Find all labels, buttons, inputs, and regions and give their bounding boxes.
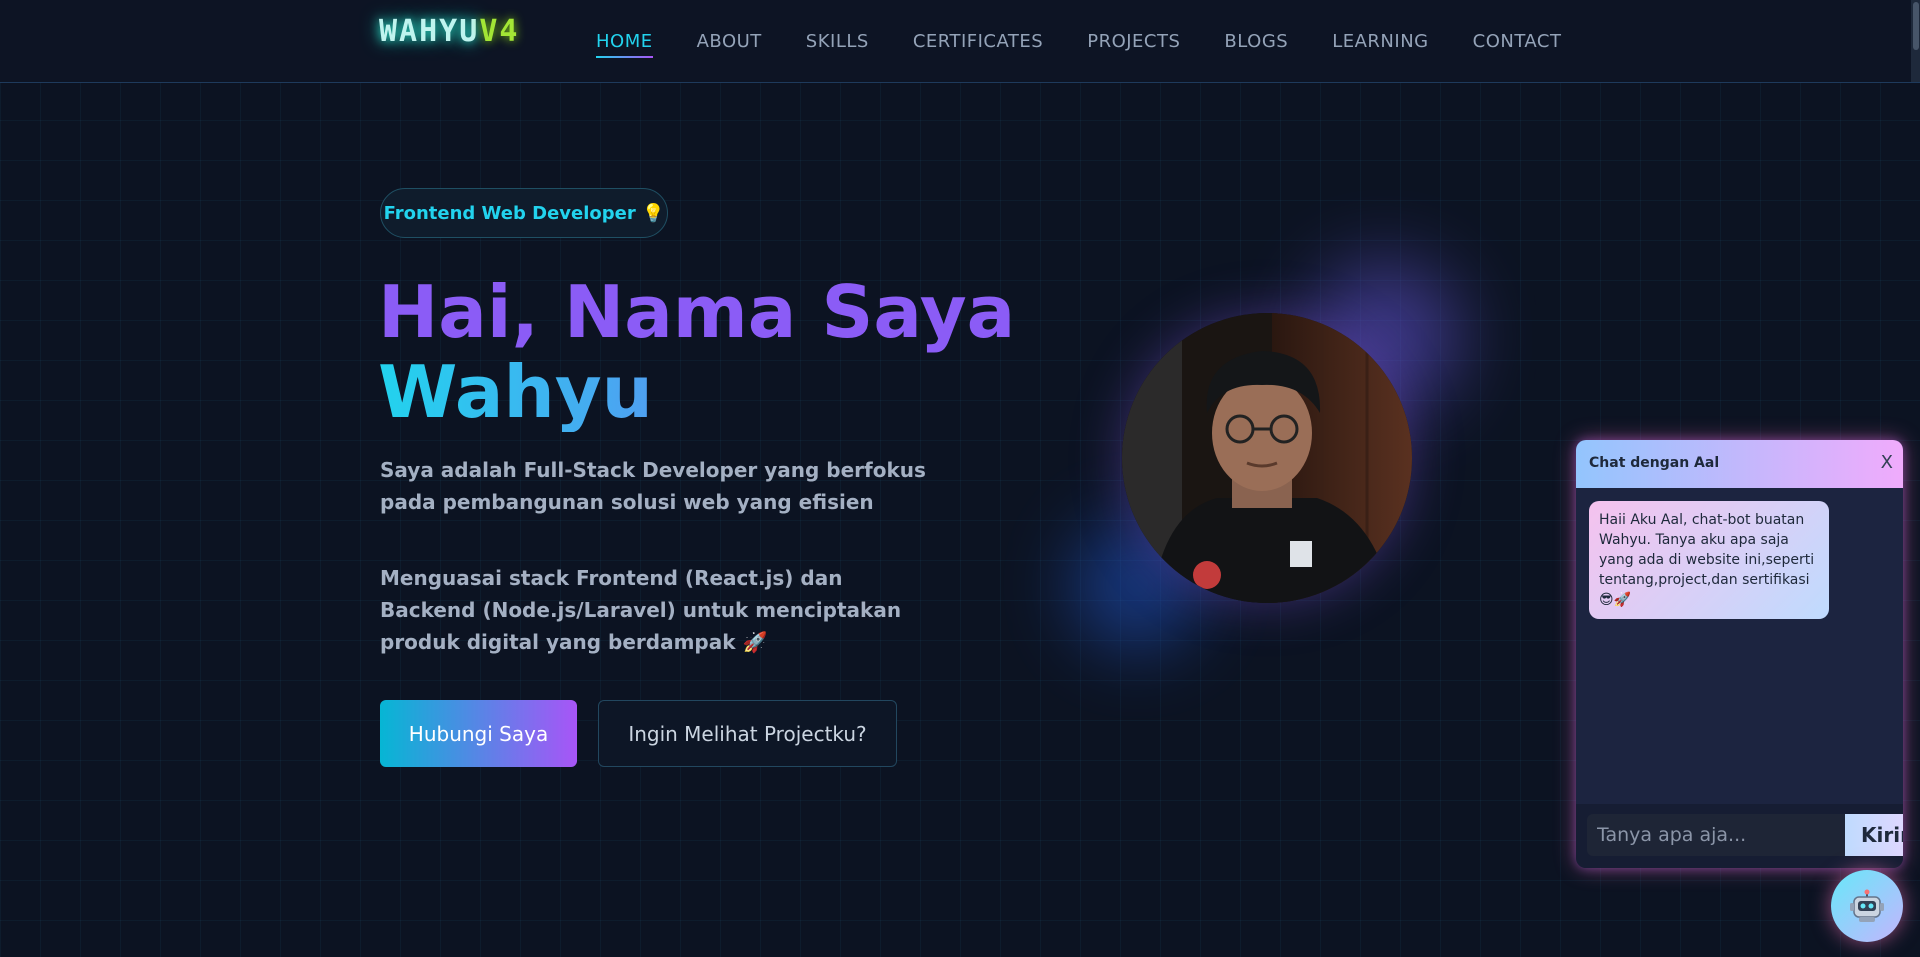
scrollbar-thumb[interactable] bbox=[1913, 2, 1919, 50]
nav-home[interactable]: HOME bbox=[596, 25, 653, 58]
navbar: WAHYUV4 HOME ABOUT SKILLS CERTIFICATES P… bbox=[0, 0, 1920, 83]
nav-learning[interactable]: LEARNING bbox=[1332, 25, 1428, 58]
hero-description-1: Saya adalah Full-Stack Developer yang be… bbox=[380, 458, 926, 514]
brand-logo[interactable]: WAHYUV4 bbox=[379, 14, 519, 54]
chat-input[interactable] bbox=[1587, 814, 1845, 856]
role-badge: Frontend Web Developer 💡 bbox=[380, 188, 668, 238]
view-projects-button[interactable]: Ingin Melihat Projectku? bbox=[598, 700, 897, 767]
brand-logo-part2: V4 bbox=[479, 14, 520, 49]
hero-title: Hai, Nama Saya Wahyu bbox=[378, 272, 1015, 432]
chat-widget: Chat dengan Aal X Haii Aku Aal, chat-bot… bbox=[1576, 440, 1903, 868]
profile-photo bbox=[1122, 313, 1412, 603]
nav-about[interactable]: ABOUT bbox=[697, 25, 762, 58]
hero-title-line1: Hai, Nama Saya bbox=[378, 270, 1016, 354]
page-scrollbar[interactable] bbox=[1911, 0, 1920, 82]
contact-me-button[interactable]: Hubungi Saya bbox=[380, 700, 577, 767]
nav-contact[interactable]: CONTACT bbox=[1473, 25, 1562, 58]
chat-close-button[interactable]: X bbox=[1881, 452, 1893, 473]
nav-blogs[interactable]: BLOGS bbox=[1224, 25, 1288, 58]
nav-skills[interactable]: SKILLS bbox=[806, 25, 869, 58]
main-nav: HOME ABOUT SKILLS CERTIFICATES PROJECTS … bbox=[596, 0, 1561, 82]
chat-title: Chat dengan Aal bbox=[1589, 455, 1720, 471]
nav-projects[interactable]: PROJECTS bbox=[1087, 25, 1180, 58]
chat-header: Chat dengan Aal X bbox=[1576, 440, 1903, 488]
hero-description-2: Menguasai stack Frontend (React.js) dan … bbox=[380, 566, 902, 654]
robot-icon bbox=[1850, 889, 1884, 922]
chat-footer: Kirim bbox=[1576, 804, 1903, 868]
chat-bot-message: Haii Aku Aal, chat-bot buatan Wahyu. Tan… bbox=[1589, 501, 1829, 619]
hero-title-name: Wahyu bbox=[378, 352, 1015, 432]
profile-photo-illustration bbox=[1122, 313, 1412, 603]
nav-certificates[interactable]: CERTIFICATES bbox=[913, 25, 1043, 58]
chat-send-button[interactable]: Kirim bbox=[1845, 814, 1903, 856]
brand-logo-part1: WAHYU bbox=[379, 14, 480, 49]
chatbot-toggle-button[interactable] bbox=[1831, 870, 1903, 942]
